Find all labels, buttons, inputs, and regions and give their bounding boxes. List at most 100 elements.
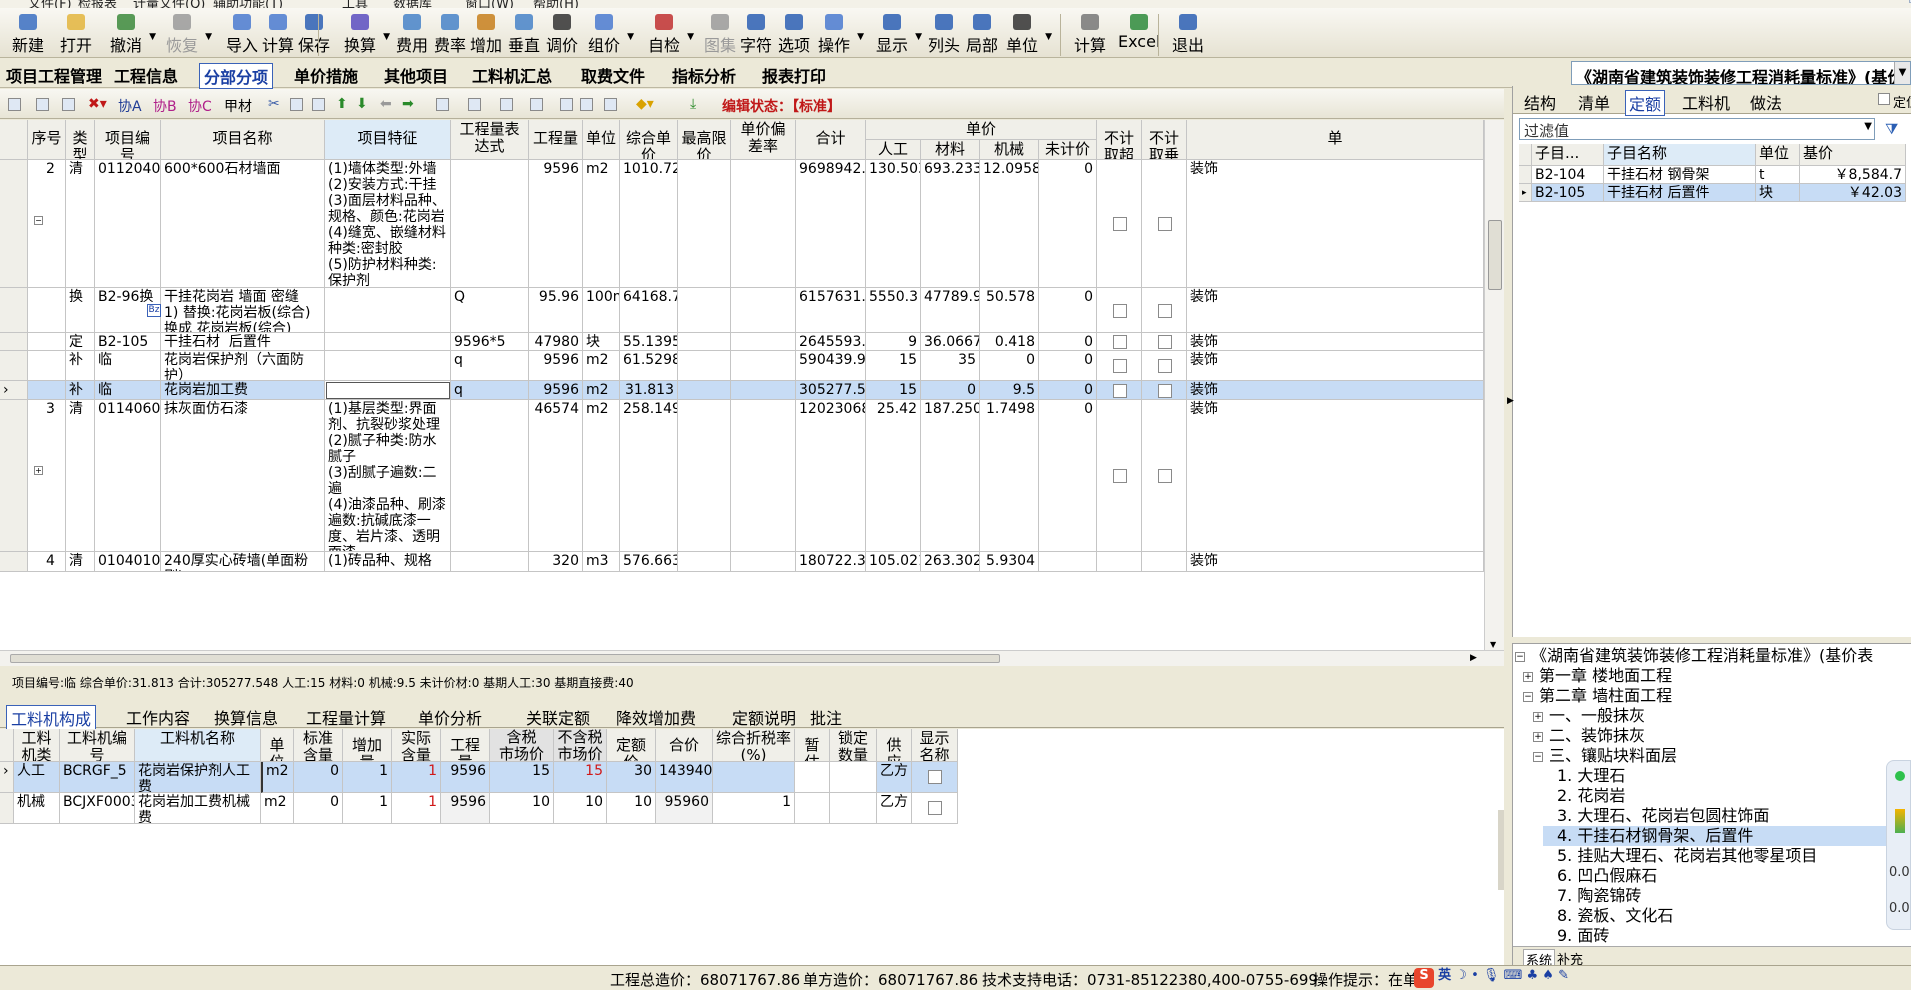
chevron-down-icon[interactable]: ▼ — [1045, 32, 1052, 42]
cell-machine[interactable]: 0.418 — [980, 333, 1039, 351]
cell-code[interactable]: 临 — [95, 381, 161, 400]
toolbar-button-column-header[interactable]: 列头 — [928, 14, 960, 58]
cell-maxp[interactable] — [678, 400, 731, 552]
checkbox-no-chui[interactable] — [1158, 359, 1172, 373]
tab-bottom-0[interactable]: 工料机构成 — [6, 705, 97, 731]
col-header-fixed[interactable]: 定额价 — [607, 729, 656, 762]
cell-type[interactable]: 补 — [66, 381, 95, 400]
cell-expr[interactable]: q — [451, 381, 529, 400]
cell-total[interactable]: 12023068. — [796, 400, 866, 552]
checkbox-show-name[interactable] — [928, 801, 942, 815]
cell-code[interactable]: 01120400 — [95, 160, 161, 288]
tree-node[interactable]: 3. 大理石、花岗岩包圆柱饰面 — [1543, 806, 1769, 826]
chevron-down-icon[interactable]: ▼ — [205, 32, 212, 42]
checkbox-no-chao[interactable] — [1113, 335, 1127, 349]
tree-collapse-icon[interactable]: − — [1515, 651, 1525, 662]
cell-maxp[interactable] — [678, 160, 731, 288]
col-header-rate[interactable]: 综合折税率(%) — [713, 729, 795, 762]
cell-seq[interactable] — [28, 333, 66, 351]
locate-checkbox[interactable] — [1878, 93, 1890, 105]
toolbar-button-undo[interactable]: 撤消 ▼ — [110, 14, 156, 58]
toolbar-button-convert[interactable]: 换算 ▼ — [344, 14, 390, 58]
right-col-header-3[interactable]: 基价 — [1800, 144, 1906, 166]
menu-window[interactable]: 窗口(W) — [465, 0, 514, 8]
cell-type[interactable]: 清 — [66, 160, 95, 288]
chevron-down-icon[interactable]: ▼ — [627, 32, 634, 42]
tab-other-items[interactable]: 其他项目 — [380, 63, 452, 87]
list-icon[interactable] — [62, 98, 75, 111]
tree-node[interactable]: + 二、装饰抹灰 — [1533, 726, 1645, 746]
tab-right-2[interactable]: 定额 — [1625, 90, 1666, 116]
col-header-show[interactable]: 显示名称 — [912, 729, 958, 762]
cell-labor[interactable]: 9 — [866, 333, 921, 351]
cell-add[interactable]: 1 — [343, 762, 392, 793]
cell-maxp[interactable] — [678, 351, 731, 381]
checkbox-no-chao[interactable] — [1113, 217, 1127, 231]
cell-type[interactable]: 清 — [66, 552, 95, 572]
row-icon[interactable] — [36, 98, 49, 111]
cell-name[interactable]: 花岗岩加工费机械费 — [135, 793, 261, 824]
cell-name[interactable]: 干挂花岗岩 墙面 密缝 1) 替换:花岗岩板(综合) 换成 花岗岩板(综合) — [161, 288, 325, 333]
sort-icon[interactable] — [500, 98, 513, 111]
row-indicator[interactable] — [0, 552, 28, 572]
cell-notax[interactable]: 15 — [554, 762, 607, 793]
chevron-down-icon[interactable]: ▼ — [687, 32, 694, 42]
menu-check-report[interactable]: 检报表 — [78, 0, 117, 8]
col-header-name[interactable]: 项目名称 — [161, 120, 325, 160]
toolbar-button-self-check[interactable]: 自检 ▼ — [648, 14, 694, 58]
cell-qty[interactable]: 9596 — [441, 793, 490, 824]
row-indicator[interactable] — [0, 351, 28, 381]
row-indicator[interactable] — [0, 400, 28, 552]
checkbox-no-chao[interactable] — [1113, 303, 1127, 318]
cell-machine[interactable]: 9.5 — [980, 381, 1039, 400]
cell-total[interactable]: 6157631.4 — [796, 288, 866, 333]
row-indicator[interactable]: › — [0, 762, 14, 793]
cell-est[interactable] — [795, 793, 830, 824]
insert-icon[interactable] — [8, 98, 21, 111]
tab-right-1[interactable]: 清单 — [1575, 90, 1613, 114]
xie-a-button[interactable]: 协A — [118, 96, 142, 116]
cut-icon[interactable]: ✂ — [268, 96, 280, 112]
cell-total[interactable]: 305277.54 — [796, 381, 866, 400]
col-header-total[interactable]: 合计 — [796, 120, 866, 160]
cell-type[interactable]: 清 — [66, 400, 95, 552]
toolbar-button-group-price[interactable]: 组价 ▼ — [588, 14, 634, 58]
chevron-down-icon[interactable]: ▼ — [915, 32, 922, 42]
cell-feature[interactable] — [325, 351, 451, 381]
toolbar-button-calculate[interactable]: 计算 — [262, 14, 294, 58]
toolbar-button-excel[interactable]: Excel — [1118, 14, 1160, 58]
col-header-qty[interactable]: 工程量 — [441, 729, 490, 762]
col-header-name[interactable]: 工料机名称 — [135, 729, 261, 762]
tree-node[interactable]: + 一、一般抹灰 — [1533, 706, 1645, 726]
cell-code[interactable]: 临 — [95, 351, 161, 381]
chevron-down-icon[interactable]: ▼ — [383, 32, 390, 42]
chevron-down-icon[interactable]: ▼ — [149, 32, 156, 42]
cell-name[interactable]: 抹灰面仿石漆 — [161, 400, 325, 552]
tree-node[interactable]: 2. 花岗岩 — [1543, 786, 1625, 806]
cell-name[interactable]: 花岗岩保护剂人工费 — [135, 762, 261, 793]
cell-qty[interactable]: 9596 — [441, 762, 490, 793]
cell-qty[interactable]: 47980 — [529, 333, 583, 351]
cell-maxp[interactable] — [678, 333, 731, 351]
keyboard-icon[interactable]: ⌨ — [1504, 968, 1523, 983]
cell-expr[interactable]: q — [451, 351, 529, 381]
cell-name[interactable]: 干挂石材 后置件 — [161, 333, 325, 351]
delete-icon[interactable]: ✖▾ — [88, 96, 107, 112]
cell-uprice[interactable]: 61.5298 — [620, 351, 678, 381]
cell-dev[interactable] — [731, 400, 796, 552]
filter-icon[interactable]: ⧩ — [1885, 120, 1898, 138]
tree-expand-icon[interactable]: + — [1533, 731, 1543, 742]
cell-supply[interactable]: 乙方 — [877, 793, 912, 824]
cell-dev[interactable] — [731, 381, 796, 400]
cell-act[interactable]: 1 — [392, 793, 441, 824]
chevron-down-icon[interactable]: ▼ — [1864, 121, 1872, 132]
tab-project-info[interactable]: 工程信息 — [110, 63, 182, 87]
cell-total[interactable]: 2645593.2 — [796, 333, 866, 351]
cell-extra[interactable]: 装饰 — [1187, 400, 1484, 552]
level-icon[interactable] — [468, 98, 481, 111]
cell-extra[interactable]: 装饰 — [1187, 288, 1484, 333]
cell-material[interactable]: 36.0667 — [921, 333, 980, 351]
toolbar-button-fee[interactable]: 费用 — [396, 14, 428, 58]
cell-machine[interactable]: 5.9304 — [980, 552, 1039, 572]
tab-sub-items[interactable]: 分部分项 — [199, 63, 274, 89]
